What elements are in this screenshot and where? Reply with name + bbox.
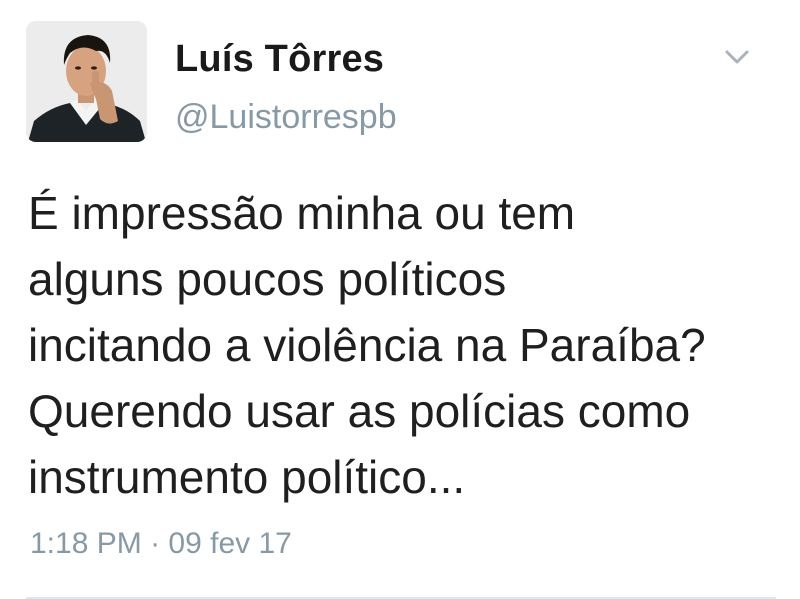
tweet-card: Luís Tôrres @Luistorrespb É impressão mi…: [0, 0, 800, 599]
display-name[interactable]: Luís Tôrres: [175, 38, 384, 81]
avatar[interactable]: [26, 21, 147, 142]
tweet-text-line: Querendo usar as polícias como: [28, 385, 691, 437]
tweet-timestamp[interactable]: 1:18 PM · 09 fev 17: [30, 527, 292, 561]
tweet-text-line: instrumento político...: [28, 451, 466, 503]
tweet-text: É impressão minha ou tem alguns poucos p…: [28, 180, 788, 510]
meta-separator: ·: [150, 527, 161, 560]
tweet-text-line: incitando a violência na Paraíba?: [28, 319, 706, 371]
chevron-down-icon[interactable]: [722, 42, 752, 72]
tweet-time: 1:18 PM: [30, 527, 142, 560]
tweet-text-line: alguns poucos políticos: [28, 253, 507, 305]
user-handle[interactable]: @Luistorrespb: [175, 98, 397, 137]
tweet-text-line: É impressão minha ou tem: [28, 187, 576, 239]
profile-photo: [26, 21, 147, 142]
tweet-date: 09 fev 17: [168, 527, 292, 560]
